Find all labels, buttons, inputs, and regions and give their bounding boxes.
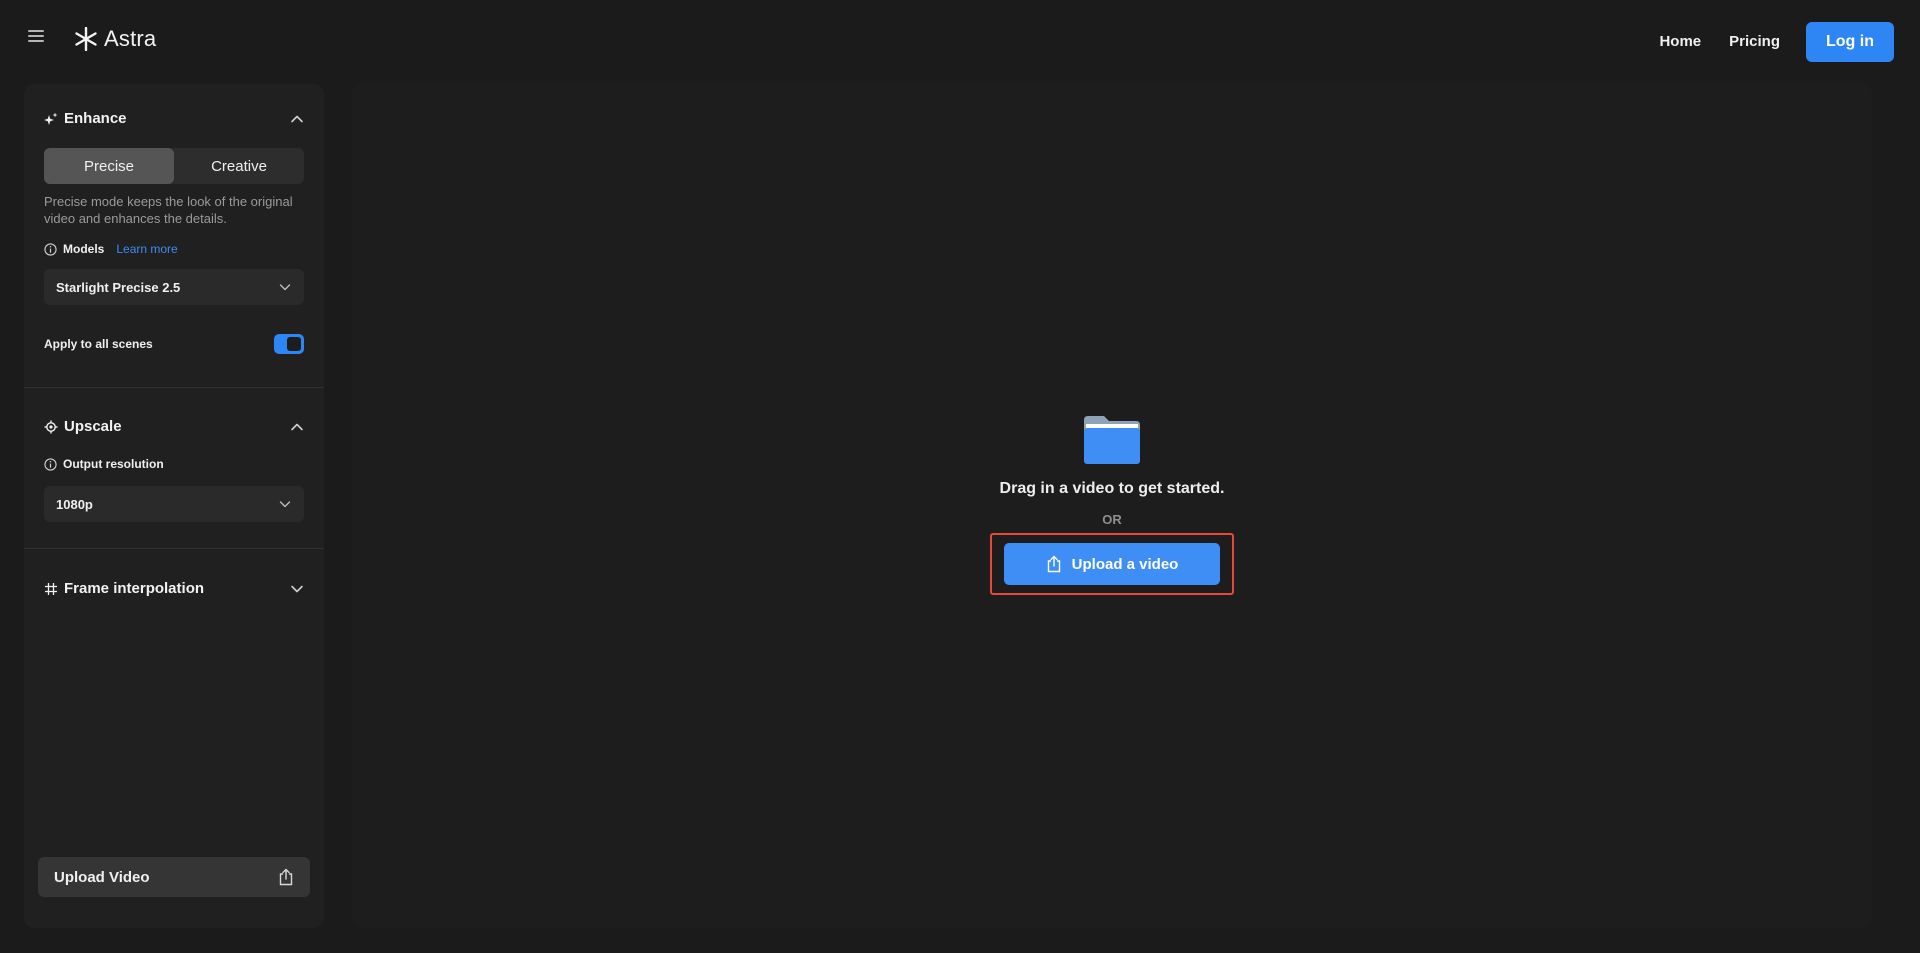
apply-all-scenes-toggle[interactable] [274,334,304,354]
toggle-knob [287,337,301,351]
chevron-down-icon[interactable] [290,582,304,596]
frame-interpolation-section-header[interactable]: Frame interpolation [44,580,304,597]
highlight-frame: Upload a video [990,533,1234,595]
mode-creative-button[interactable]: Creative [174,148,304,184]
learn-more-link[interactable]: Learn more [116,242,177,256]
mode-description: Precise mode keeps the look of the origi… [44,194,293,226]
top-bar: Astra Home Pricing Log in [0,0,1920,84]
upload-video-button[interactable]: Upload a video [1004,543,1220,585]
video-drop-zone[interactable]: Drag in a video to get started. OR Uploa… [352,84,1872,928]
apply-all-scenes-label: Apply to all scenes [44,337,153,351]
settings-sidebar: Enhance Precise Creative Precise mode ke… [24,84,324,928]
model-select[interactable]: Starlight Precise 2.5 [44,269,304,305]
share-upload-icon [279,868,293,886]
logo[interactable]: Astra [74,26,156,52]
mode-precise-button[interactable]: Precise [44,148,174,184]
upscale-title: Upscale [44,418,122,435]
models-label: Models [63,242,105,256]
enhance-title-label: Enhance [64,110,127,127]
drop-prompt: Drag in a video to get started. OR Uploa… [352,414,1872,595]
chevron-up-icon[interactable] [290,112,304,126]
info-icon [44,242,57,256]
frame-interpolation-title-label: Frame interpolation [64,580,205,597]
section-divider [24,548,324,549]
output-resolution-label: Output resolution [63,457,164,471]
section-divider [24,387,324,388]
sidebar-upload-video-label: Upload Video [54,868,150,886]
output-resolution-row: Output resolution [44,457,164,471]
apply-all-scenes-row: Apply to all scenes [44,334,304,354]
upscale-title-label: Upscale [64,418,122,435]
chevron-up-icon[interactable] [290,420,304,434]
upscale-gear-icon [44,420,58,433]
enhance-mode-toggle: Precise Creative [44,148,304,184]
sparkle-icon [44,112,58,125]
or-separator: OR [1102,512,1122,527]
top-nav: Home Pricing Log in [1659,22,1894,62]
enhance-section-header[interactable]: Enhance [44,110,304,127]
nav-home-link[interactable]: Home [1659,22,1701,62]
resolution-select-value: 1080p [56,496,93,512]
info-icon [44,457,57,471]
upscale-section-header[interactable]: Upscale [44,418,304,435]
star-logo-icon [75,27,97,51]
logo-text: Astra [104,26,157,51]
resolution-select[interactable]: 1080p [44,486,304,522]
chevron-down-icon [279,501,291,508]
drag-instructions: Drag in a video to get started. [999,480,1225,497]
share-upload-icon [1047,555,1060,573]
folder-icon [1084,416,1140,464]
frame-interpolation-title: Frame interpolation [44,580,204,597]
sidebar-upload-video-button[interactable]: Upload Video [38,857,310,897]
hamburger-menu-icon[interactable] [28,30,44,44]
login-button[interactable]: Log in [1806,22,1894,62]
models-row: Models Learn more [44,242,178,256]
enhance-title: Enhance [44,110,127,127]
model-select-value: Starlight Precise 2.5 [56,279,181,295]
chevron-down-icon [279,284,291,291]
nav-pricing-link[interactable]: Pricing [1729,22,1780,62]
hash-grid-icon [45,582,57,595]
upload-video-label: Upload a video [1071,555,1179,573]
